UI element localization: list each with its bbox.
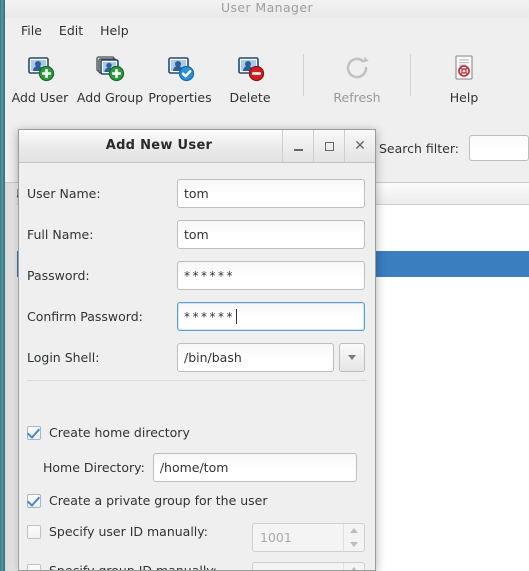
minimize-icon xyxy=(293,148,303,151)
minimize-button[interactable] xyxy=(282,130,313,162)
create-home-directory-label: Create home directory xyxy=(49,425,190,440)
confirm-password-masked-value: ****** xyxy=(184,310,235,324)
spinner-down-icon[interactable] xyxy=(350,541,358,547)
uid-spinbox-value: 1001 xyxy=(260,530,292,545)
create-home-directory-row[interactable]: Create home directory xyxy=(27,425,190,440)
password-masked-value: ****** xyxy=(184,269,235,283)
create-private-group-checkbox[interactable] xyxy=(27,493,41,508)
dialog-titlebar[interactable]: Add New User ✕ xyxy=(19,130,375,163)
delete-user-icon xyxy=(234,52,266,84)
toolbar-help-button[interactable]: Help xyxy=(429,44,499,105)
search-filter-label: Search filter: xyxy=(379,140,459,156)
dialog-separator xyxy=(27,380,367,381)
login-shell-label: Login Shell: xyxy=(27,350,100,365)
confirm-password-input[interactable]: ****** xyxy=(177,302,365,331)
add-user-icon xyxy=(24,52,56,84)
toolbar-separator-2 xyxy=(410,54,411,96)
uid-spinbox[interactable]: 1001 xyxy=(252,523,365,552)
close-icon: ✕ xyxy=(354,138,366,154)
menu-help[interactable]: Help xyxy=(92,20,138,42)
toolbar-refresh-button[interactable]: Refresh xyxy=(322,44,392,105)
toolbar-properties-button[interactable]: Properties xyxy=(145,44,215,105)
dialog-body: User Name: tom Full Name: tom Password: … xyxy=(19,163,375,571)
toolbar: Add User Add Group Properties Delete Ref… xyxy=(5,44,529,114)
create-private-group-label: Create a private group for the user xyxy=(49,493,268,508)
field-row-password: Password: ****** xyxy=(19,255,375,296)
gid-spinbox-buttons[interactable] xyxy=(343,563,364,570)
screen-root: User Manager File Edit Help Add User Add… xyxy=(0,0,529,571)
toolbar-delete-button[interactable]: Delete xyxy=(215,44,285,105)
gid-spinbox[interactable]: 1001 xyxy=(252,562,365,570)
maximize-button[interactable] xyxy=(313,130,344,162)
refresh-icon xyxy=(341,52,373,84)
text-caret xyxy=(236,309,237,324)
create-home-directory-checkbox[interactable] xyxy=(27,425,41,440)
toolbar-add-group-label: Add Group xyxy=(76,90,144,105)
toolbar-add-user-button[interactable]: Add User xyxy=(5,44,75,105)
maximize-icon xyxy=(324,141,334,151)
toolbar-add-group-button[interactable]: Add Group xyxy=(75,44,145,105)
dialog-window-buttons: ✕ xyxy=(282,130,375,162)
menu-edit[interactable]: Edit xyxy=(51,20,92,42)
toolbar-properties-label: Properties xyxy=(148,90,212,105)
toolbar-help-label: Help xyxy=(449,90,479,105)
home-directory-input[interactable]: /home/tom xyxy=(152,453,357,482)
search-filter-area: Search filter: xyxy=(379,128,529,168)
specify-uid-row[interactable]: Specify user ID manually: xyxy=(27,524,208,539)
properties-icon xyxy=(164,52,196,84)
specify-gid-label: Specify group ID manually: xyxy=(49,563,218,571)
field-row-login-shell: Login Shell: /bin/bash xyxy=(19,337,375,378)
field-row-full-name: Full Name: tom xyxy=(19,214,375,255)
field-row-confirm-password: Confirm Password: ****** xyxy=(19,296,375,337)
help-icon xyxy=(448,52,480,84)
home-directory-label: Home Directory: xyxy=(43,460,145,475)
spinner-up-icon[interactable] xyxy=(350,567,358,570)
create-private-group-row[interactable]: Create a private group for the user xyxy=(27,493,268,508)
toolbar-refresh-label: Refresh xyxy=(333,90,381,105)
user-name-input[interactable]: tom xyxy=(177,179,365,208)
menubar: File Edit Help xyxy=(5,18,529,44)
full-name-input[interactable]: tom xyxy=(177,220,365,249)
password-input[interactable]: ****** xyxy=(177,261,365,290)
search-input[interactable] xyxy=(469,135,529,161)
close-button[interactable]: ✕ xyxy=(344,130,375,162)
add-group-icon xyxy=(94,52,126,84)
uid-spinbox-buttons[interactable] xyxy=(343,524,364,551)
toolbar-delete-label: Delete xyxy=(229,90,271,105)
main-window-titlebar[interactable]: User Manager xyxy=(5,0,529,18)
chevron-down-icon xyxy=(348,355,356,360)
login-shell-combobox-value[interactable]: /bin/bash xyxy=(177,343,334,372)
home-directory-row: Home Directory: /home/tom xyxy=(43,453,357,482)
add-new-user-dialog: Add New User ✕ User Name: tom Full Name:… xyxy=(18,129,376,571)
password-label: Password: xyxy=(27,268,90,283)
full-name-label: Full Name: xyxy=(27,227,94,242)
dialog-title: Add New User xyxy=(105,138,213,153)
list-scrollbar[interactable] xyxy=(5,183,17,571)
main-window-title: User Manager xyxy=(220,0,314,15)
confirm-password-label: Confirm Password: xyxy=(27,309,143,324)
field-row-user-name: User Name: tom xyxy=(19,173,375,214)
spinner-up-icon[interactable] xyxy=(350,528,358,534)
toolbar-add-user-label: Add User xyxy=(11,90,69,105)
specify-uid-label: Specify user ID manually: xyxy=(49,524,208,539)
specify-gid-row[interactable]: Specify group ID manually: xyxy=(27,563,218,571)
specify-uid-checkbox[interactable] xyxy=(27,524,41,539)
user-name-label: User Name: xyxy=(27,186,101,201)
toolbar-separator-1 xyxy=(303,54,304,96)
specify-gid-checkbox[interactable] xyxy=(27,563,41,570)
login-shell-dropdown-button[interactable] xyxy=(339,343,365,372)
menu-file[interactable]: File xyxy=(13,20,51,42)
